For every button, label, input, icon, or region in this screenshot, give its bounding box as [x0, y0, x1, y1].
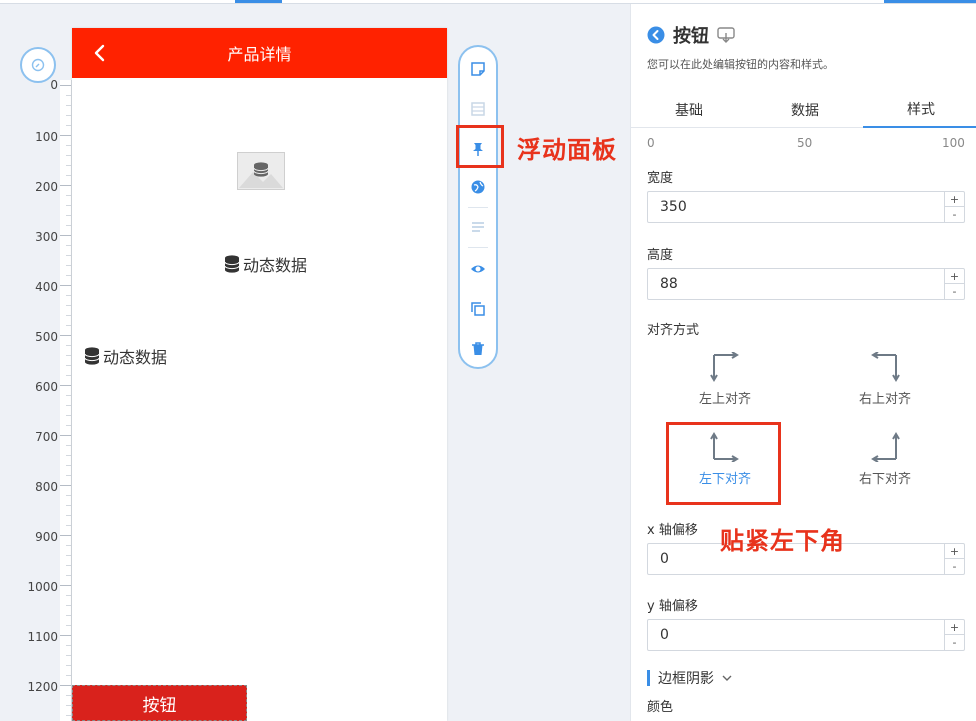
back-circle-icon[interactable] [647, 26, 665, 44]
shadow-section-toggle[interactable]: 边框阴影 [647, 668, 732, 688]
back-arrow-icon[interactable] [90, 43, 110, 63]
ruler-tick: 800 [35, 480, 58, 494]
note-icon[interactable] [468, 59, 488, 79]
top-bar-indicator [235, 0, 282, 3]
zoom-icon [31, 58, 45, 72]
panel-description: 您可以在此处编辑按钮的内容和样式。 [647, 58, 834, 71]
layout-icon [468, 99, 488, 119]
ruler-tick: 400 [35, 280, 58, 294]
height-value: 88 [660, 276, 678, 292]
align-top-left-option[interactable]: 左上对齐 [675, 352, 775, 414]
width-input[interactable]: 350 + - [647, 191, 965, 223]
top-bar-indicator-right [884, 0, 976, 3]
annotation-corner: 贴紧左下角 [720, 527, 845, 555]
offset-y-increment-button[interactable]: + [944, 620, 964, 635]
align-top-left-icon [710, 352, 739, 382]
tab-basic[interactable]: 基础 [631, 92, 747, 128]
ruler-tick: 200 [35, 180, 58, 194]
ruler-tick: 500 [35, 330, 58, 344]
trash-icon[interactable] [468, 339, 488, 359]
ruler-tick: 700 [35, 430, 58, 444]
chevron-down-icon [722, 675, 732, 681]
lines-icon [468, 217, 488, 237]
ruler-tick: 1200 [27, 680, 58, 694]
align-top-right-icon [871, 352, 900, 382]
width-label: 宽度 [647, 171, 674, 186]
align-bottom-right-option[interactable]: 右下对齐 [835, 432, 935, 494]
offset-x-increment-button[interactable]: + [944, 544, 964, 559]
floating-toolbar [458, 45, 498, 369]
color-label: 颜色 [647, 700, 674, 715]
offset-x-label: x 轴偏移 [647, 523, 698, 538]
page-title: 产品详情 [227, 45, 292, 64]
globe-icon[interactable] [468, 177, 488, 197]
property-panel: 按钮 您可以在此处编辑按钮的内容和样式。 基础 数据 样式 0 50 100 宽… [630, 4, 976, 721]
offset-x-value: 0 [660, 551, 669, 567]
toolbar-divider [468, 207, 488, 208]
dynamic-data-label: 动态数据 [103, 348, 168, 367]
highlight-box-pin [456, 125, 504, 168]
height-input[interactable]: 88 + - [647, 268, 965, 300]
offset-y-input[interactable]: 0 + - [647, 619, 965, 651]
align-top-right-label: 右上对齐 [858, 392, 911, 407]
align-top-right-option[interactable]: 右上对齐 [835, 352, 935, 414]
section-accent-bar [647, 670, 650, 686]
dynamic-data-label: 动态数据 [243, 256, 308, 275]
width-decrement-button[interactable]: - [944, 207, 964, 222]
panel-header: 按钮 [647, 22, 735, 48]
align-top-left-label: 左上对齐 [698, 392, 751, 407]
copy-icon[interactable] [468, 299, 488, 319]
offset-x-decrement-button[interactable]: - [944, 559, 964, 574]
dynamic-data-text[interactable]: 动态数据 [224, 252, 307, 276]
offset-y-value: 0 [660, 627, 669, 643]
panel-tabs: 基础 数据 样式 [631, 92, 976, 128]
ruler-tick: 1000 [27, 580, 58, 594]
phone-canvas[interactable]: 产品详情 动态数据 动态数据 按钮 [72, 28, 447, 721]
ruler-tick: 1100 [27, 630, 58, 644]
ruler-tick: 0 [50, 78, 58, 92]
scale-mid: 50 [797, 136, 813, 150]
width-increment-button[interactable]: + [944, 192, 964, 207]
offset-y-decrement-button[interactable]: - [944, 635, 964, 650]
annotation-float-panel: 浮动面板 [517, 136, 617, 164]
eye-icon[interactable] [468, 259, 488, 279]
highlight-box-bottom-left [666, 422, 781, 505]
align-bottom-right-label: 右下对齐 [858, 472, 911, 487]
scale-max: 100 [942, 136, 965, 150]
toolbar-divider [468, 247, 488, 248]
ruler-tick: 100 [35, 130, 58, 144]
vertical-ruler [60, 80, 72, 721]
floating-button-element[interactable]: 按钮 [72, 685, 247, 721]
ruler-tick: 600 [35, 380, 58, 394]
phone-header: 产品详情 [72, 28, 447, 78]
ruler-tick: 300 [35, 230, 58, 244]
panel-title: 按钮 [673, 26, 709, 47]
tab-style[interactable]: 样式 [863, 92, 976, 128]
dynamic-data-text[interactable]: 动态数据 [84, 344, 167, 368]
width-value: 350 [660, 199, 687, 215]
database-icon [84, 347, 100, 365]
height-label: 高度 [647, 248, 674, 263]
button-type-icon [717, 27, 735, 43]
tab-data[interactable]: 数据 [747, 92, 863, 128]
image-placeholder-icon[interactable] [237, 152, 285, 190]
align-bottom-right-icon [871, 432, 900, 462]
align-label: 对齐方式 [647, 323, 700, 338]
height-decrement-button[interactable]: - [944, 284, 964, 299]
ruler-tick: 900 [35, 530, 58, 544]
database-icon [224, 255, 240, 273]
height-increment-button[interactable]: + [944, 269, 964, 284]
offset-y-label: y 轴偏移 [647, 599, 698, 614]
scale-min: 0 [647, 136, 655, 150]
shadow-section-title: 边框阴影 [658, 671, 714, 687]
